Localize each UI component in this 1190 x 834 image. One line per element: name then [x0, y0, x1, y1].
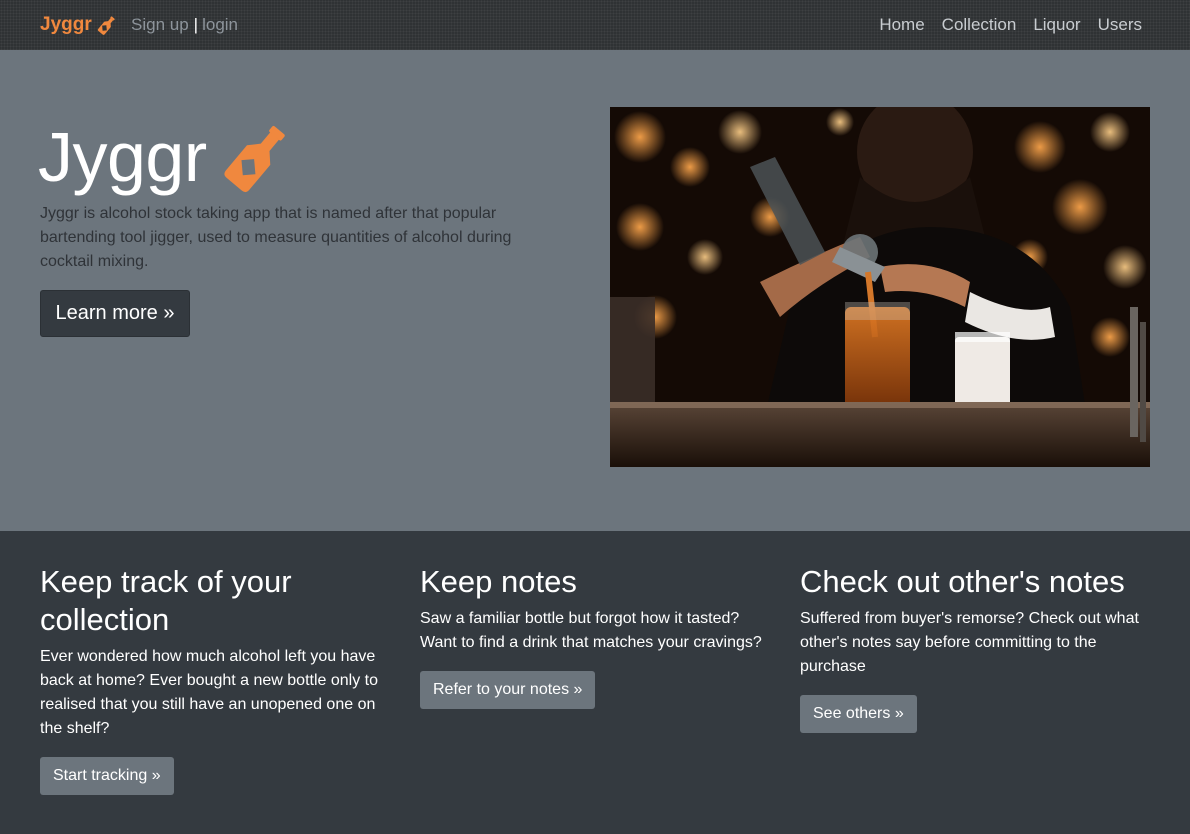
login-link[interactable]: login: [202, 15, 238, 35]
navbar: Jyggr Sign up | login Home Collection Li…: [0, 0, 1190, 50]
auth-separator: |: [193, 15, 199, 34]
feature-title: Keep notes: [420, 564, 577, 599]
bartender-image: [610, 107, 1150, 467]
feature-notes: Keep notes Saw a familiar bottle but for…: [420, 563, 780, 709]
brand-link[interactable]: Jyggr: [40, 12, 118, 38]
auth-links: Sign up | login: [131, 12, 238, 38]
hero-title: Jyggr: [38, 112, 295, 202]
feature-text: Saw a familiar bottle but forgot how it …: [420, 610, 762, 651]
nav-liquor[interactable]: Liquor: [1033, 15, 1080, 35]
bottle-icon: [219, 119, 295, 195]
nav-users[interactable]: Users: [1098, 15, 1142, 35]
see-others-button[interactable]: See others »: [800, 695, 917, 733]
hero-description: Jyggr is alcohol stock taking app that i…: [40, 205, 512, 270]
refer-notes-button[interactable]: Refer to your notes »: [420, 671, 596, 709]
main-nav: Home Collection Liquor Users: [862, 12, 1142, 38]
brand-name: Jyggr: [40, 14, 92, 35]
feature-text: Ever wondered how much alcohol left you …: [40, 648, 378, 737]
feature-title: Check out other's notes: [800, 564, 1125, 599]
hero-title-text: Jyggr: [38, 118, 207, 196]
nav-home[interactable]: Home: [879, 15, 924, 35]
feature-collection: Keep track of your collection Ever wonde…: [40, 563, 400, 795]
feature-others: Check out other's notes Suffered from bu…: [800, 563, 1160, 733]
hero-section: Jyggr Jyggr is alcohol stock taking app …: [0, 50, 1190, 531]
nav-collection[interactable]: Collection: [942, 15, 1017, 35]
feature-title: Keep track of your collection: [40, 564, 292, 637]
bottle-icon: [97, 16, 115, 35]
feature-text: Suffered from buyer's remorse? Check out…: [800, 610, 1139, 675]
learn-more-button[interactable]: Learn more »: [40, 290, 190, 337]
signup-link[interactable]: Sign up: [131, 15, 189, 35]
start-tracking-button[interactable]: Start tracking »: [40, 757, 174, 795]
bartender-pouring-photo: [610, 107, 1150, 467]
features-section: Keep track of your collection Ever wonde…: [0, 531, 1190, 834]
